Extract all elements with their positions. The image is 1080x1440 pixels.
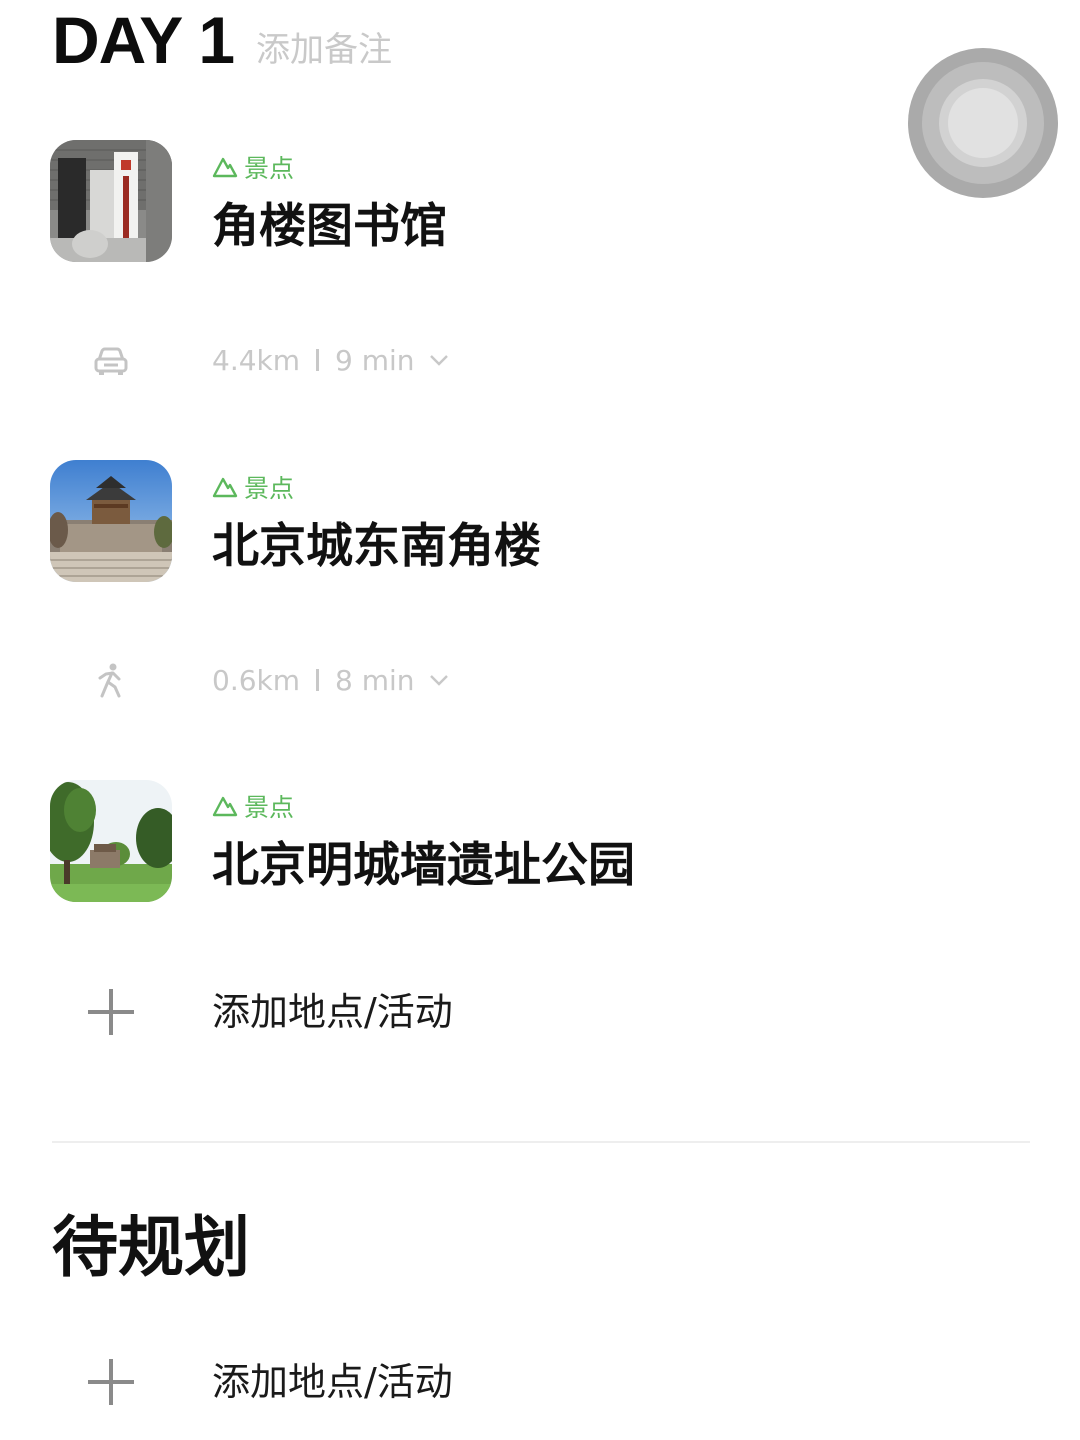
pending-add-place-activity-button[interactable]: 添加地点/活动 bbox=[212, 1356, 453, 1408]
place-thumbnail-3[interactable] bbox=[50, 780, 172, 902]
place-tag-label: 景点 bbox=[244, 474, 295, 503]
route-duration: 9 min bbox=[335, 343, 415, 377]
add-note-button[interactable]: 添加备注 bbox=[256, 26, 392, 74]
mountain-icon bbox=[212, 477, 238, 498]
library-gate-photo bbox=[50, 140, 172, 262]
chevron-down-icon bbox=[429, 355, 448, 366]
route-separator bbox=[316, 669, 320, 691]
chevron-down-icon bbox=[429, 675, 448, 686]
place-tag-3: 景点 bbox=[212, 789, 294, 823]
route-distance: 4.4km bbox=[212, 343, 301, 377]
add-place-activity-button[interactable]: 添加地点/活动 bbox=[212, 986, 453, 1038]
corner-tower-photo bbox=[50, 460, 172, 582]
walking-icon bbox=[92, 662, 130, 700]
place-tag-2: 景点 bbox=[212, 470, 294, 504]
route-info-1[interactable]: 4.4km 9 min bbox=[212, 338, 449, 382]
day-title: DAY 1 bbox=[52, 3, 235, 77]
section-divider bbox=[52, 1141, 1030, 1143]
route-distance: 0.6km bbox=[212, 663, 301, 697]
place-name-2[interactable]: 北京城东南角楼 bbox=[212, 516, 541, 578]
mountain-icon bbox=[212, 796, 238, 817]
plus-icon[interactable] bbox=[86, 987, 136, 1037]
ring-core bbox=[948, 88, 1018, 158]
place-tag-1: 景点 bbox=[212, 150, 294, 184]
place-tag-label: 景点 bbox=[244, 793, 295, 822]
park-trees-photo bbox=[50, 780, 172, 902]
place-thumbnail-1[interactable] bbox=[50, 140, 172, 262]
plus-icon[interactable] bbox=[86, 1357, 136, 1407]
place-name-1[interactable]: 角楼图书馆 bbox=[212, 196, 447, 258]
pending-section-title: 待规划 bbox=[52, 1209, 250, 1286]
mountain-icon bbox=[212, 157, 238, 178]
car-icon bbox=[92, 342, 130, 380]
place-thumbnail-2[interactable] bbox=[50, 460, 172, 582]
place-name-3[interactable]: 北京明城墙遗址公园 bbox=[212, 835, 635, 897]
place-tag-label: 景点 bbox=[244, 154, 295, 183]
route-info-2[interactable]: 0.6km 8 min bbox=[212, 658, 449, 702]
route-duration: 8 min bbox=[335, 663, 415, 697]
route-separator bbox=[316, 349, 320, 371]
assistive-touch-button[interactable] bbox=[908, 48, 1058, 198]
